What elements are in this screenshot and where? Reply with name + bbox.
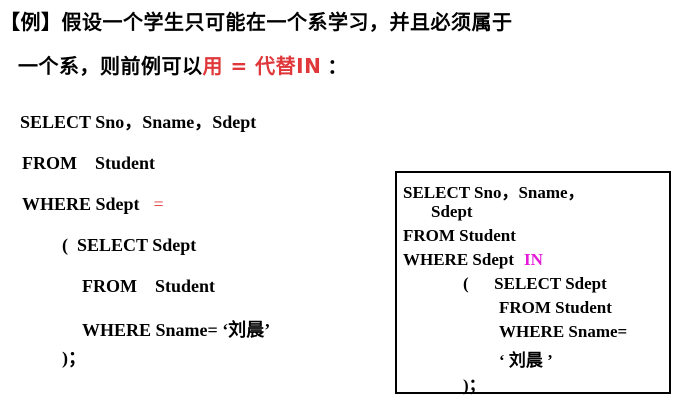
left-subquery-select-line: ( SELECT Sdept (62, 235, 197, 255)
right-subquery-where-line: WHERE Sname= (499, 322, 628, 341)
right-from-line: FROM Student (403, 226, 516, 245)
right-where-line: WHERE Sdept IN (403, 250, 543, 270)
right-subquery-value-line: ‘ 刘晨 ’ (499, 351, 553, 370)
heading-text-2-suffix: ： (327, 54, 348, 78)
left-where-text: WHERE Sdept (22, 194, 140, 214)
left-subquery-from-line: FROM Student (82, 276, 216, 296)
right-in-operator: IN (524, 250, 543, 269)
right-sdept-line: Sdept (431, 202, 473, 221)
right-select-line: SELECT Sno，Sname， (403, 183, 585, 202)
left-where-operator: = (153, 194, 164, 214)
right-subquery-select-line: ( SELECT Sdept (463, 274, 607, 293)
heading-line-2: 一个系，则前例可以用 = 代替IN： (18, 50, 348, 79)
left-close-paren-line: )； (62, 348, 86, 368)
right-subquery-from-line: FROM Student (499, 298, 612, 317)
alternative-query-box: SELECT Sno，Sname， Sdept FROM Student WHE… (395, 171, 671, 395)
right-close-paren-line: )； (463, 376, 486, 395)
heading-text-2-prefix: 一个系，则前例可以 (18, 54, 203, 78)
heading-line-1: 【例】假设一个学生只可能在一个系学习，并且必须属于 (0, 6, 513, 35)
left-select-line: SELECT Sno，Sname，Sdept (20, 112, 257, 132)
heading-text-1: 【例】假设一个学生只可能在一个系学习，并且必须属于 (0, 10, 513, 34)
left-from-line: FROM Student (22, 153, 156, 173)
left-where-line: WHERE Sdept = (22, 194, 164, 215)
right-where-text: WHERE Sdept (403, 250, 514, 269)
heading-highlight: 用 = 代替IN (202, 54, 322, 78)
left-subquery-where-line: WHERE Sname= ‘刘晨’ (82, 320, 271, 340)
